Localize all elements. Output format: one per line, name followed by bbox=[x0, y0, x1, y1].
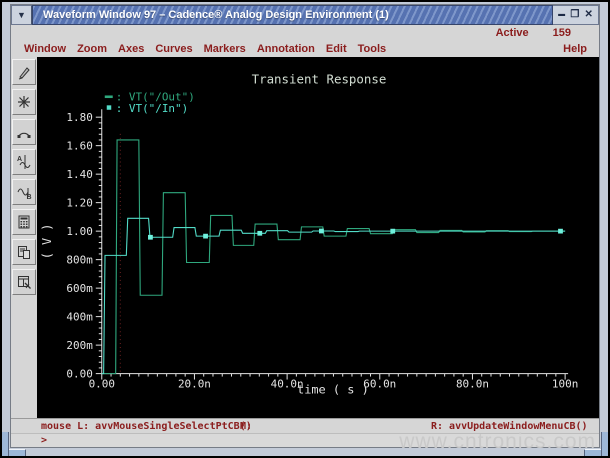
x-axis-label: time ( s ) bbox=[297, 382, 369, 396]
x-tick-label: 100n bbox=[552, 377, 578, 390]
y-tick-label: 0.00 bbox=[66, 368, 92, 381]
active-label: Active bbox=[496, 27, 529, 39]
toolbar-button-asterisk[interactable] bbox=[12, 89, 36, 115]
y-tick-label: 400m bbox=[66, 311, 93, 324]
arc-marker-icon bbox=[16, 124, 32, 140]
y-tick-label: 1.60 bbox=[66, 140, 92, 153]
resize-corner-bottom-left-v[interactable] bbox=[2, 432, 9, 456]
toolbar-button-pen[interactable] bbox=[12, 59, 36, 85]
y-tick-label: 600m bbox=[66, 282, 93, 295]
y-tick-label: 1.00 bbox=[66, 225, 92, 238]
window-controls: ▬ ❐ ✕ bbox=[553, 5, 599, 25]
mouse-middle-binding: M: bbox=[240, 421, 252, 432]
menu-edit[interactable]: Edit bbox=[326, 43, 347, 55]
trace-vtout[interactable] bbox=[102, 140, 565, 374]
menu-help[interactable]: Help bbox=[563, 43, 587, 55]
window-menu-button[interactable]: ▼ bbox=[11, 5, 32, 25]
y-tick-label: 1.40 bbox=[66, 168, 92, 181]
waveform-canvas[interactable]: 0.0020.0n40.0n60.0n80.0n100n0.00200m400m… bbox=[37, 57, 599, 418]
y-axis-label: ( V ) bbox=[40, 224, 54, 260]
chevron-down-icon: ▼ bbox=[17, 10, 26, 20]
minimize-icon[interactable]: ▬ bbox=[558, 10, 565, 20]
mouse-right-binding: R: avvUpdateWindowMenuCB() bbox=[431, 421, 588, 432]
command-prompt[interactable]: > bbox=[11, 433, 599, 447]
svg-text:A: A bbox=[17, 156, 22, 163]
x-tick-label: 20.0n bbox=[178, 377, 211, 390]
waveform-plot[interactable]: 0.0020.0n40.0n60.0n80.0n100n0.00200m400m… bbox=[37, 57, 599, 418]
window-title[interactable]: Waveform Window 97 – Cadence® Analog Des… bbox=[32, 5, 553, 25]
window-content: ▼ Waveform Window 97 – Cadence® Analog D… bbox=[10, 4, 600, 448]
menu-zoom[interactable]: Zoom bbox=[77, 43, 107, 55]
waveform-marker-b-icon: B bbox=[16, 184, 32, 200]
y-tick-label: 1.20 bbox=[66, 197, 92, 210]
toolbar-button-arc-marker[interactable] bbox=[12, 119, 36, 145]
mouse-bindings-bar: mouse L: avvMouseSingleSelectPtCB() M: R… bbox=[11, 418, 599, 433]
asterisk-icon bbox=[16, 94, 32, 110]
menu-window[interactable]: Window bbox=[24, 43, 66, 55]
menu-tools[interactable]: Tools bbox=[358, 43, 387, 55]
trace-point-marker[interactable] bbox=[558, 229, 563, 234]
trace-point-marker[interactable] bbox=[203, 234, 208, 239]
toolbar-button-waveform-marker-b[interactable]: B bbox=[12, 179, 36, 205]
menu-axes[interactable]: Axes bbox=[118, 43, 144, 55]
copy-window-icon bbox=[16, 244, 32, 260]
toolbar-button-subwindow-snip[interactable] bbox=[12, 269, 36, 295]
legend-square-icon bbox=[107, 105, 111, 109]
y-tick-label: 800m bbox=[66, 254, 93, 267]
svg-text:B: B bbox=[27, 194, 32, 200]
status-active-row: Active 159 bbox=[11, 25, 599, 40]
titlebar: ▼ Waveform Window 97 – Cadence® Analog D… bbox=[11, 5, 599, 25]
mouse-left-binding: mouse L: avvMouseSingleSelectPtCB() bbox=[41, 421, 252, 432]
active-count: 159 bbox=[553, 27, 571, 39]
toolbar-button-copy-window[interactable] bbox=[12, 239, 36, 265]
x-tick-label: 80.0n bbox=[456, 377, 489, 390]
y-tick-label: 1.80 bbox=[66, 111, 92, 124]
menu-annotation[interactable]: Annotation bbox=[257, 43, 315, 55]
menu-curves[interactable]: Curves bbox=[155, 43, 192, 55]
toolbar: A B bbox=[11, 57, 37, 418]
toolbar-button-vertical-marker-a[interactable]: A bbox=[12, 149, 36, 175]
calculator-icon bbox=[16, 214, 32, 230]
trace-vtin[interactable] bbox=[102, 218, 565, 373]
close-icon[interactable]: ✕ bbox=[584, 10, 592, 20]
trace-point-marker[interactable] bbox=[148, 235, 153, 240]
pen-icon bbox=[16, 64, 32, 80]
toolbar-button-calculator[interactable] bbox=[12, 209, 36, 235]
menubar: Window Zoom Axes Curves Markers Annotati… bbox=[11, 40, 599, 57]
vertical-marker-a-icon: A bbox=[16, 154, 32, 170]
window-frame: ▼ Waveform Window 97 – Cadence® Analog D… bbox=[2, 2, 608, 456]
resize-corner-bottom-right-v[interactable] bbox=[601, 432, 608, 456]
trace-point-marker[interactable] bbox=[319, 229, 324, 234]
plot-title: Transient Response bbox=[252, 72, 387, 87]
legend-label[interactable]: : VT("/In") bbox=[116, 102, 188, 115]
subwindow-snip-icon bbox=[16, 274, 32, 290]
legend-dash-icon bbox=[105, 95, 113, 98]
trace-point-marker[interactable] bbox=[390, 229, 395, 234]
maximize-icon[interactable]: ❐ bbox=[570, 10, 579, 20]
y-tick-label: 200m bbox=[66, 339, 93, 352]
menu-markers[interactable]: Markers bbox=[204, 43, 246, 55]
trace-point-marker[interactable] bbox=[257, 231, 262, 236]
